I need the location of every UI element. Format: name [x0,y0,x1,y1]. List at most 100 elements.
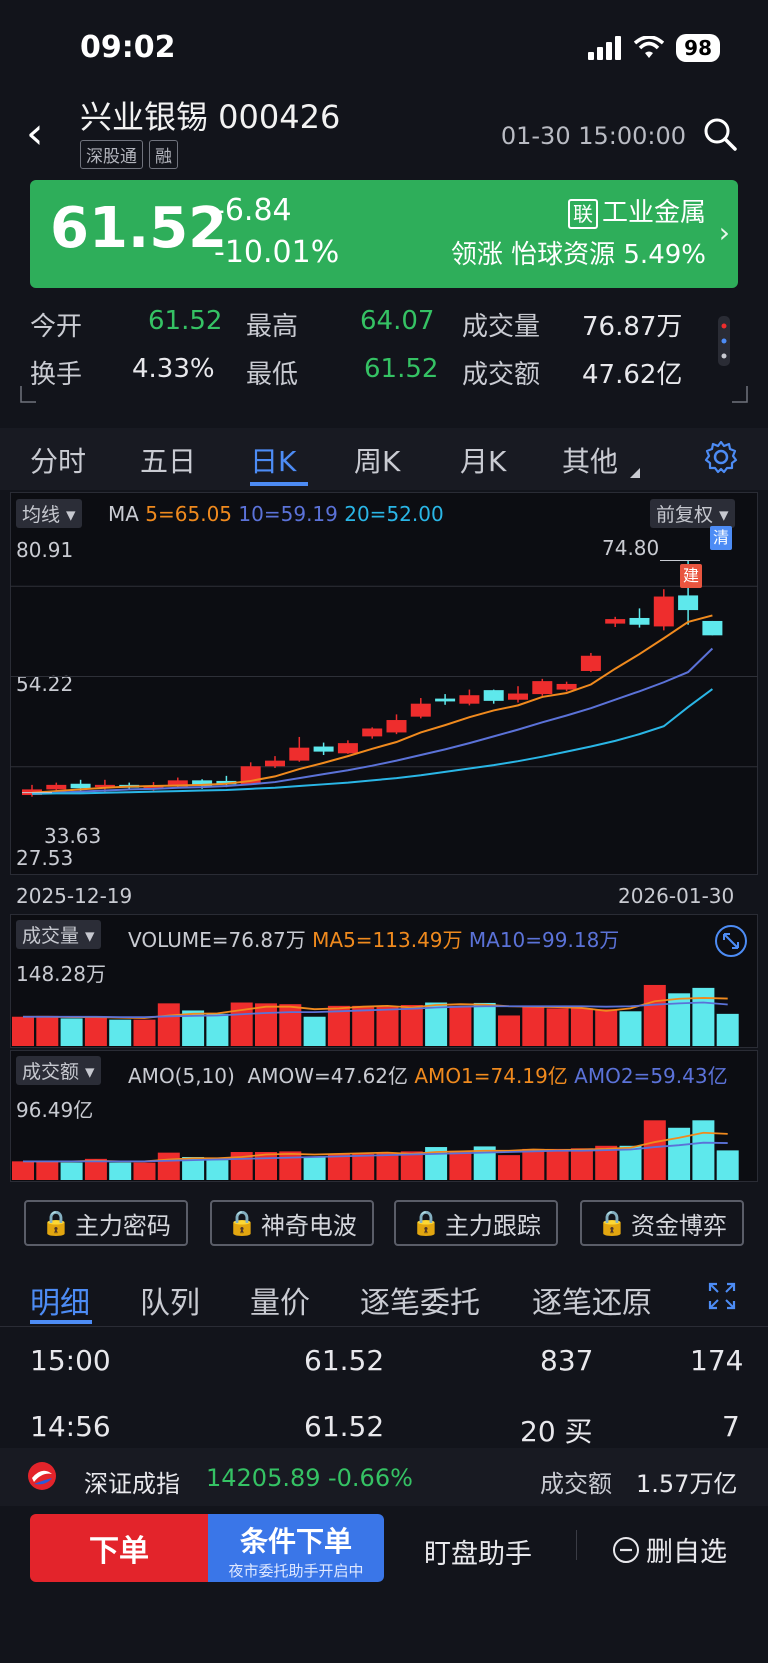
change-percent: -10.01% [214,235,340,270]
lock-icon: 🔒 [227,1209,257,1237]
last-price: 61.52 [50,196,228,261]
index-amount-label: 成交额 [540,1470,612,1498]
volume-bar [692,1120,715,1180]
volume-bar [352,1005,375,1046]
date-start: 2025-12-19 [16,884,133,908]
index-amount: 1.57万亿 [636,1470,738,1498]
candle-body [46,784,67,790]
candle-body [459,695,480,704]
volume-bar [449,1150,472,1180]
tab-five-day[interactable]: 五日 [140,440,196,480]
tab-order-by-order[interactable]: 逐笔委托 [360,1278,480,1322]
more-stats-toggle[interactable] [718,316,730,366]
candle-body [605,619,626,624]
volume-bar [449,1005,472,1046]
volume-bar [570,1008,593,1046]
tool-label: 主力密码 [74,1211,171,1240]
ma20-line [31,688,713,795]
tab-volume-price[interactable]: 量价 [250,1278,310,1322]
tool-main-force-code[interactable]: 🔒 主力密码 [24,1200,188,1246]
chevron-right-icon: › [718,216,730,249]
high-marker: 74.80 [602,536,660,560]
divider [0,1326,768,1327]
tool-capital-game[interactable]: 🔒 资金博弈 [580,1200,744,1246]
candle-body [337,743,358,754]
trade-time: 14:56 [30,1410,111,1443]
tab-tick-replay[interactable]: 逐笔还原 [532,1278,652,1322]
date-end: 2026-01-30 [618,884,735,908]
trade-time: 15:00 [30,1344,111,1377]
ma10-line [31,647,714,795]
tool-label: 主力跟踪 [444,1211,541,1240]
order-button[interactable]: 下单 [30,1514,208,1582]
watch-assistant-button[interactable]: 盯盘助手 [424,1532,532,1571]
candle-body [702,620,723,636]
tab-other[interactable]: 其他 [562,440,618,480]
volume-bar [498,1155,520,1180]
conditional-order-button[interactable]: 条件下单 夜市委托助手开启中 [208,1514,384,1582]
candle-body [289,747,310,761]
trade-price: 61.52 [304,1344,385,1377]
volume-bar [303,1156,326,1180]
trade-volume: 20 买 [520,1415,593,1448]
wifi-icon [634,36,665,58]
volume-bar [84,1016,107,1046]
stock-title: 兴业银锡 000426 [80,98,341,136]
volume-bar [668,993,691,1046]
build-position-tag: 建 [680,564,702,588]
volume-bar [133,1019,156,1046]
status-time: 09:02 [80,30,176,65]
volume-bar [619,1145,642,1180]
candle-body [70,783,91,789]
trade-price: 61.52 [304,1410,385,1443]
volume-bar [36,1015,59,1046]
tab-queue[interactable]: 队列 [140,1278,200,1322]
settings-gear-icon[interactable] [704,440,738,474]
tab-monthly-k[interactable]: 月K [460,440,506,480]
candle-body [508,693,528,700]
stat-value-turnover: 4.33% [132,354,215,384]
volume-bar [376,1006,399,1046]
amount-chart [12,1120,739,1180]
back-chevron-icon[interactable]: ‹ [26,112,44,156]
remove-watchlist-button[interactable]: 删自选 [612,1530,727,1569]
sector-badge: 联 [567,199,598,229]
tool-main-force-track[interactable]: 🔒 主力跟踪 [394,1200,558,1246]
index-name: 深证成指 [84,1470,180,1498]
volume-bar [692,987,715,1046]
candle-body [678,595,699,611]
volume-bar [400,1005,423,1046]
conditional-order-sub: 夜市委托助手开启中 [228,1562,364,1580]
stat-value-low: 61.52 [364,354,439,384]
status-icons: 98 [588,34,720,62]
tab-intraday[interactable]: 分时 [30,440,86,480]
volume-bar [716,1013,739,1046]
low-marker: 33.63 [44,824,102,848]
stat-label-open: 今开 [30,312,83,342]
lock-icon: 🔒 [411,1209,441,1237]
volume-bar [109,1019,132,1046]
volume-bar [352,1153,375,1180]
stat-value-open: 61.52 [148,306,223,336]
tab-weekly-k[interactable]: 周K [354,440,400,480]
tab-detail[interactable]: 明细 [30,1278,90,1322]
volume-bar [716,1150,739,1180]
volume-bar [643,1120,666,1180]
volume-bar [60,1018,83,1046]
sector-info[interactable]: 联工业金属 领涨 怡球资源 5.49% [451,192,706,276]
price-banner[interactable]: 61.52 -6.84 -10.01% 联工业金属 领涨 怡球资源 5.49% … [30,180,738,288]
index-value: 14205.89 [206,1464,321,1492]
volume-bar [36,1160,59,1180]
search-icon[interactable] [702,116,738,152]
clear-position-tag: 清 [710,526,732,550]
tab-daily-k[interactable]: 日K [250,440,296,480]
dropdown-corner-icon [630,468,640,478]
tool-magic-wave[interactable]: 🔒 神奇电波 [210,1200,374,1246]
candle-body [410,703,431,717]
expand-icon[interactable] [708,1282,736,1310]
volume-bar [546,1148,569,1180]
volume-bar [570,1148,593,1180]
tag-margin: 融 [149,140,178,169]
tool-label: 资金博弈 [630,1211,727,1240]
volume-chart [12,984,739,1046]
